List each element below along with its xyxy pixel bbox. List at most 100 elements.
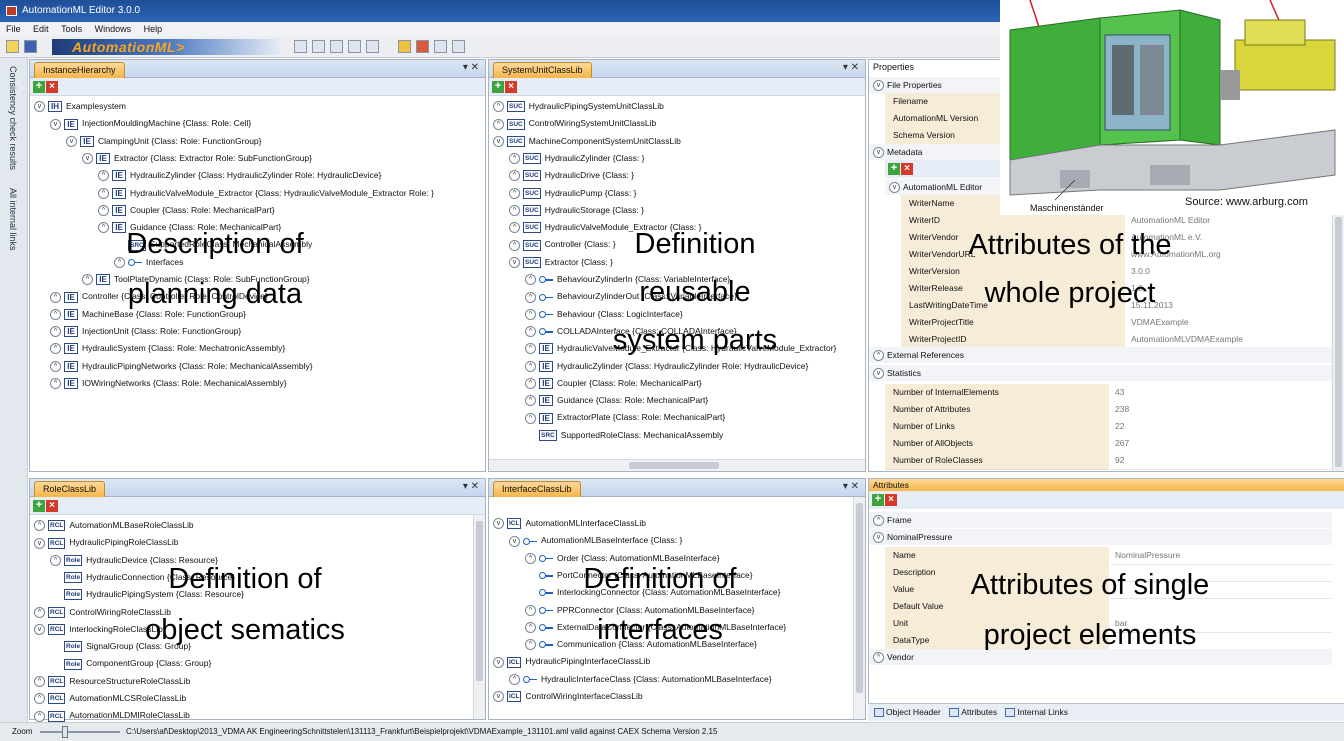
expand-icon[interactable]: ^ <box>509 205 520 217</box>
property-value[interactable]: bar <box>1111 615 1332 633</box>
tree-row[interactable]: ^ IE Guidance {Class: Role: MechanicalPart… <box>98 219 281 236</box>
add-icon[interactable]: + <box>33 500 45 512</box>
property-row[interactable]: WriterProjectID AutomationMLVDMAExample <box>901 331 1332 349</box>
property-value[interactable]: 92 <box>1111 452 1332 470</box>
export-icon[interactable] <box>434 40 447 53</box>
tree-row[interactable]: ^ SUC HydraulicPump {Class: } <box>509 185 636 202</box>
tree-row[interactable]: SRC SupportedRoleClass: MechanicalAssembl… <box>114 236 312 253</box>
remove-icon[interactable]: × <box>901 163 913 175</box>
link-icon[interactable] <box>348 40 361 53</box>
add-icon[interactable]: + <box>872 494 884 506</box>
tree-row[interactable]: Role SignalGroup {Class: Group} <box>50 638 191 655</box>
property-row[interactable]: WriterVendorURL www.AutomationML.org <box>901 246 1332 264</box>
tree-row[interactable]: ^ PPRConnector {Class: AutomationMLBaseIn… <box>525 602 755 619</box>
collapse-icon[interactable]: v <box>34 101 45 113</box>
tree-row[interactable]: v RCL InterlockingRoleClassLib <box>34 621 163 638</box>
tree-row[interactable]: ^ HydraulicInterfaceClass {Class: Automat… <box>509 671 772 688</box>
horizontal-scrollbar[interactable] <box>489 459 865 471</box>
tree-row[interactable]: PortConnector {Class: AutomationMLBaseIn… <box>525 567 753 584</box>
collapse-icon[interactable]: v <box>493 518 504 530</box>
add-icon[interactable]: + <box>888 163 900 175</box>
expand-icon[interactable]: ^ <box>34 606 45 618</box>
statistics-section[interactable]: v Statistics <box>869 365 1332 381</box>
import-icon[interactable] <box>452 40 465 53</box>
expand-icon[interactable]: ^ <box>98 187 109 199</box>
add-icon[interactable]: + <box>492 81 504 93</box>
expand-icon[interactable]: ^ <box>525 639 536 651</box>
tree-row[interactable]: ^ Order {Class: AutomationMLBaseInterface… <box>525 550 720 567</box>
tree-row[interactable]: ^ COLLADAInterface {Class: COLLADAInterfa… <box>525 323 737 340</box>
tree-row[interactable]: ^ IE Controller {Class: Controller Role: C… <box>50 288 268 305</box>
close-icon[interactable]: ▾ ✕ <box>843 62 859 73</box>
collapse-icon[interactable]: v <box>34 537 45 549</box>
tree-row[interactable]: ^ RCL AutomationMLCSRoleClassLib <box>34 690 186 707</box>
property-value[interactable] <box>1111 564 1332 565</box>
tree-row[interactable]: v SUC MachineComponentSystemUnitClassLib <box>493 133 681 150</box>
tree-row[interactable]: ^ SUC HydraulicValveModule_Extractor {Clas… <box>509 219 701 236</box>
property-value[interactable]: 43 <box>1111 384 1332 402</box>
expand-icon[interactable]: ^ <box>493 101 504 113</box>
side-tab-internal-links[interactable]: All internal links <box>8 188 18 251</box>
property-row[interactable]: Number of RoleClasses 92 <box>885 452 1332 470</box>
tree-row[interactable]: ^ Communication {Class: AutomationMLBaseI… <box>525 636 757 653</box>
tree-row[interactable]: v ICL AutomationMLInterfaceClassLib <box>493 515 646 532</box>
add-icon[interactable]: + <box>33 81 45 93</box>
expand-icon[interactable]: ^ <box>525 378 536 390</box>
property-row[interactable]: WriterVendor AutomationML e.V. <box>901 229 1332 247</box>
property-row[interactable]: WriterVersion 3.0.0 <box>901 263 1332 281</box>
vertical-scrollbar[interactable] <box>853 497 865 719</box>
tree-row[interactable]: InterlockingConnector {Class: Automation… <box>525 584 781 601</box>
expand-icon[interactable]: ^ <box>509 170 520 182</box>
expand-icon[interactable]: ^ <box>98 222 109 234</box>
property-row[interactable]: Description <box>885 564 1332 582</box>
filter-icon[interactable] <box>330 40 343 53</box>
property-row[interactable]: Name NominalPressure <box>885 547 1332 565</box>
nominal-pressure-attribute[interactable]: v NominalPressure <box>869 529 1332 545</box>
property-value[interactable] <box>1111 632 1332 633</box>
tree-row[interactable]: SRC SupportedRoleClass: MechanicalAssembl… <box>525 427 723 444</box>
close-icon[interactable]: ▾ ✕ <box>463 62 479 73</box>
expand-icon[interactable]: ^ <box>50 308 61 320</box>
tab-instance-hierarchy[interactable]: InstanceHierarchy <box>34 62 125 78</box>
property-value[interactable]: 15.11.2013 <box>1127 297 1332 315</box>
tree-row[interactable]: ^ SUC ControlWiringSystemUnitClassLib <box>493 115 656 132</box>
property-value[interactable]: 3.0.0 <box>1127 263 1332 281</box>
frame-attribute[interactable]: ^ Frame <box>869 512 1332 528</box>
expand-icon[interactable]: ^ <box>34 710 45 722</box>
tree-row[interactable]: ^ IE IOWiringNetworks {Class: Role: Mechan… <box>50 375 287 392</box>
tree-row[interactable]: v ICL ControlWiringInterfaceClassLib <box>493 688 643 705</box>
property-row[interactable]: Number of Links 22 <box>885 418 1332 436</box>
property-row[interactable]: WriterProjectTitle VDMAExample <box>901 314 1332 332</box>
property-value[interactable]: AutomationML e.V. <box>1127 229 1332 247</box>
scroll-thumb[interactable] <box>1335 217 1342 467</box>
tree-row[interactable]: ^ BehaviourZylinderOut {Class: VariableIn… <box>525 288 737 305</box>
expand-icon[interactable]: ^ <box>34 520 45 532</box>
property-row[interactable]: Number of Attributes 238 <box>885 401 1332 419</box>
property-row[interactable]: LastWritingDateTime 15.11.2013 <box>901 297 1332 315</box>
property-row[interactable]: Number of InternalElements 43 <box>885 384 1332 402</box>
zoom-slider[interactable] <box>40 731 120 733</box>
external-references-section[interactable]: ^ External References <box>869 347 1332 363</box>
close-icon[interactable]: ▾ ✕ <box>843 481 859 492</box>
close-icon[interactable]: ▾ ✕ <box>463 481 479 492</box>
tree-row[interactable]: ^ SUC HydraulicStorage {Class: } <box>509 202 644 219</box>
document-icon[interactable] <box>366 40 379 53</box>
tree-row[interactable]: ^ SUC HydraulicDrive {Class: } <box>509 167 634 184</box>
expand-icon[interactable]: ^ <box>98 170 109 182</box>
expand-icon[interactable]: ^ <box>50 554 61 566</box>
property-value[interactable]: NominalPressure <box>1111 547 1332 565</box>
expand-icon[interactable]: ^ <box>525 343 536 355</box>
tab-role-class-lib[interactable]: RoleClassLib <box>34 481 106 497</box>
expand-icon[interactable]: ^ <box>525 395 536 407</box>
expand-icon[interactable]: ^ <box>50 291 61 303</box>
property-row[interactable]: Number of AllObjects 267 <box>885 435 1332 453</box>
vendor-attribute[interactable]: ^ Vendor <box>869 649 1332 665</box>
tree-row[interactable]: ^ RCL ControlWiringRoleClassLib <box>34 604 171 621</box>
collapse-icon[interactable]: v <box>509 256 520 268</box>
menu-edit[interactable]: Edit <box>33 24 49 34</box>
tab-system-unit-class-lib[interactable]: SystemUnitClassLib <box>493 62 592 78</box>
expand-icon[interactable]: ^ <box>509 673 520 685</box>
menu-help[interactable]: Help <box>144 24 163 34</box>
tab-object-header[interactable]: Object Header <box>874 707 941 718</box>
property-value[interactable] <box>1111 581 1332 582</box>
